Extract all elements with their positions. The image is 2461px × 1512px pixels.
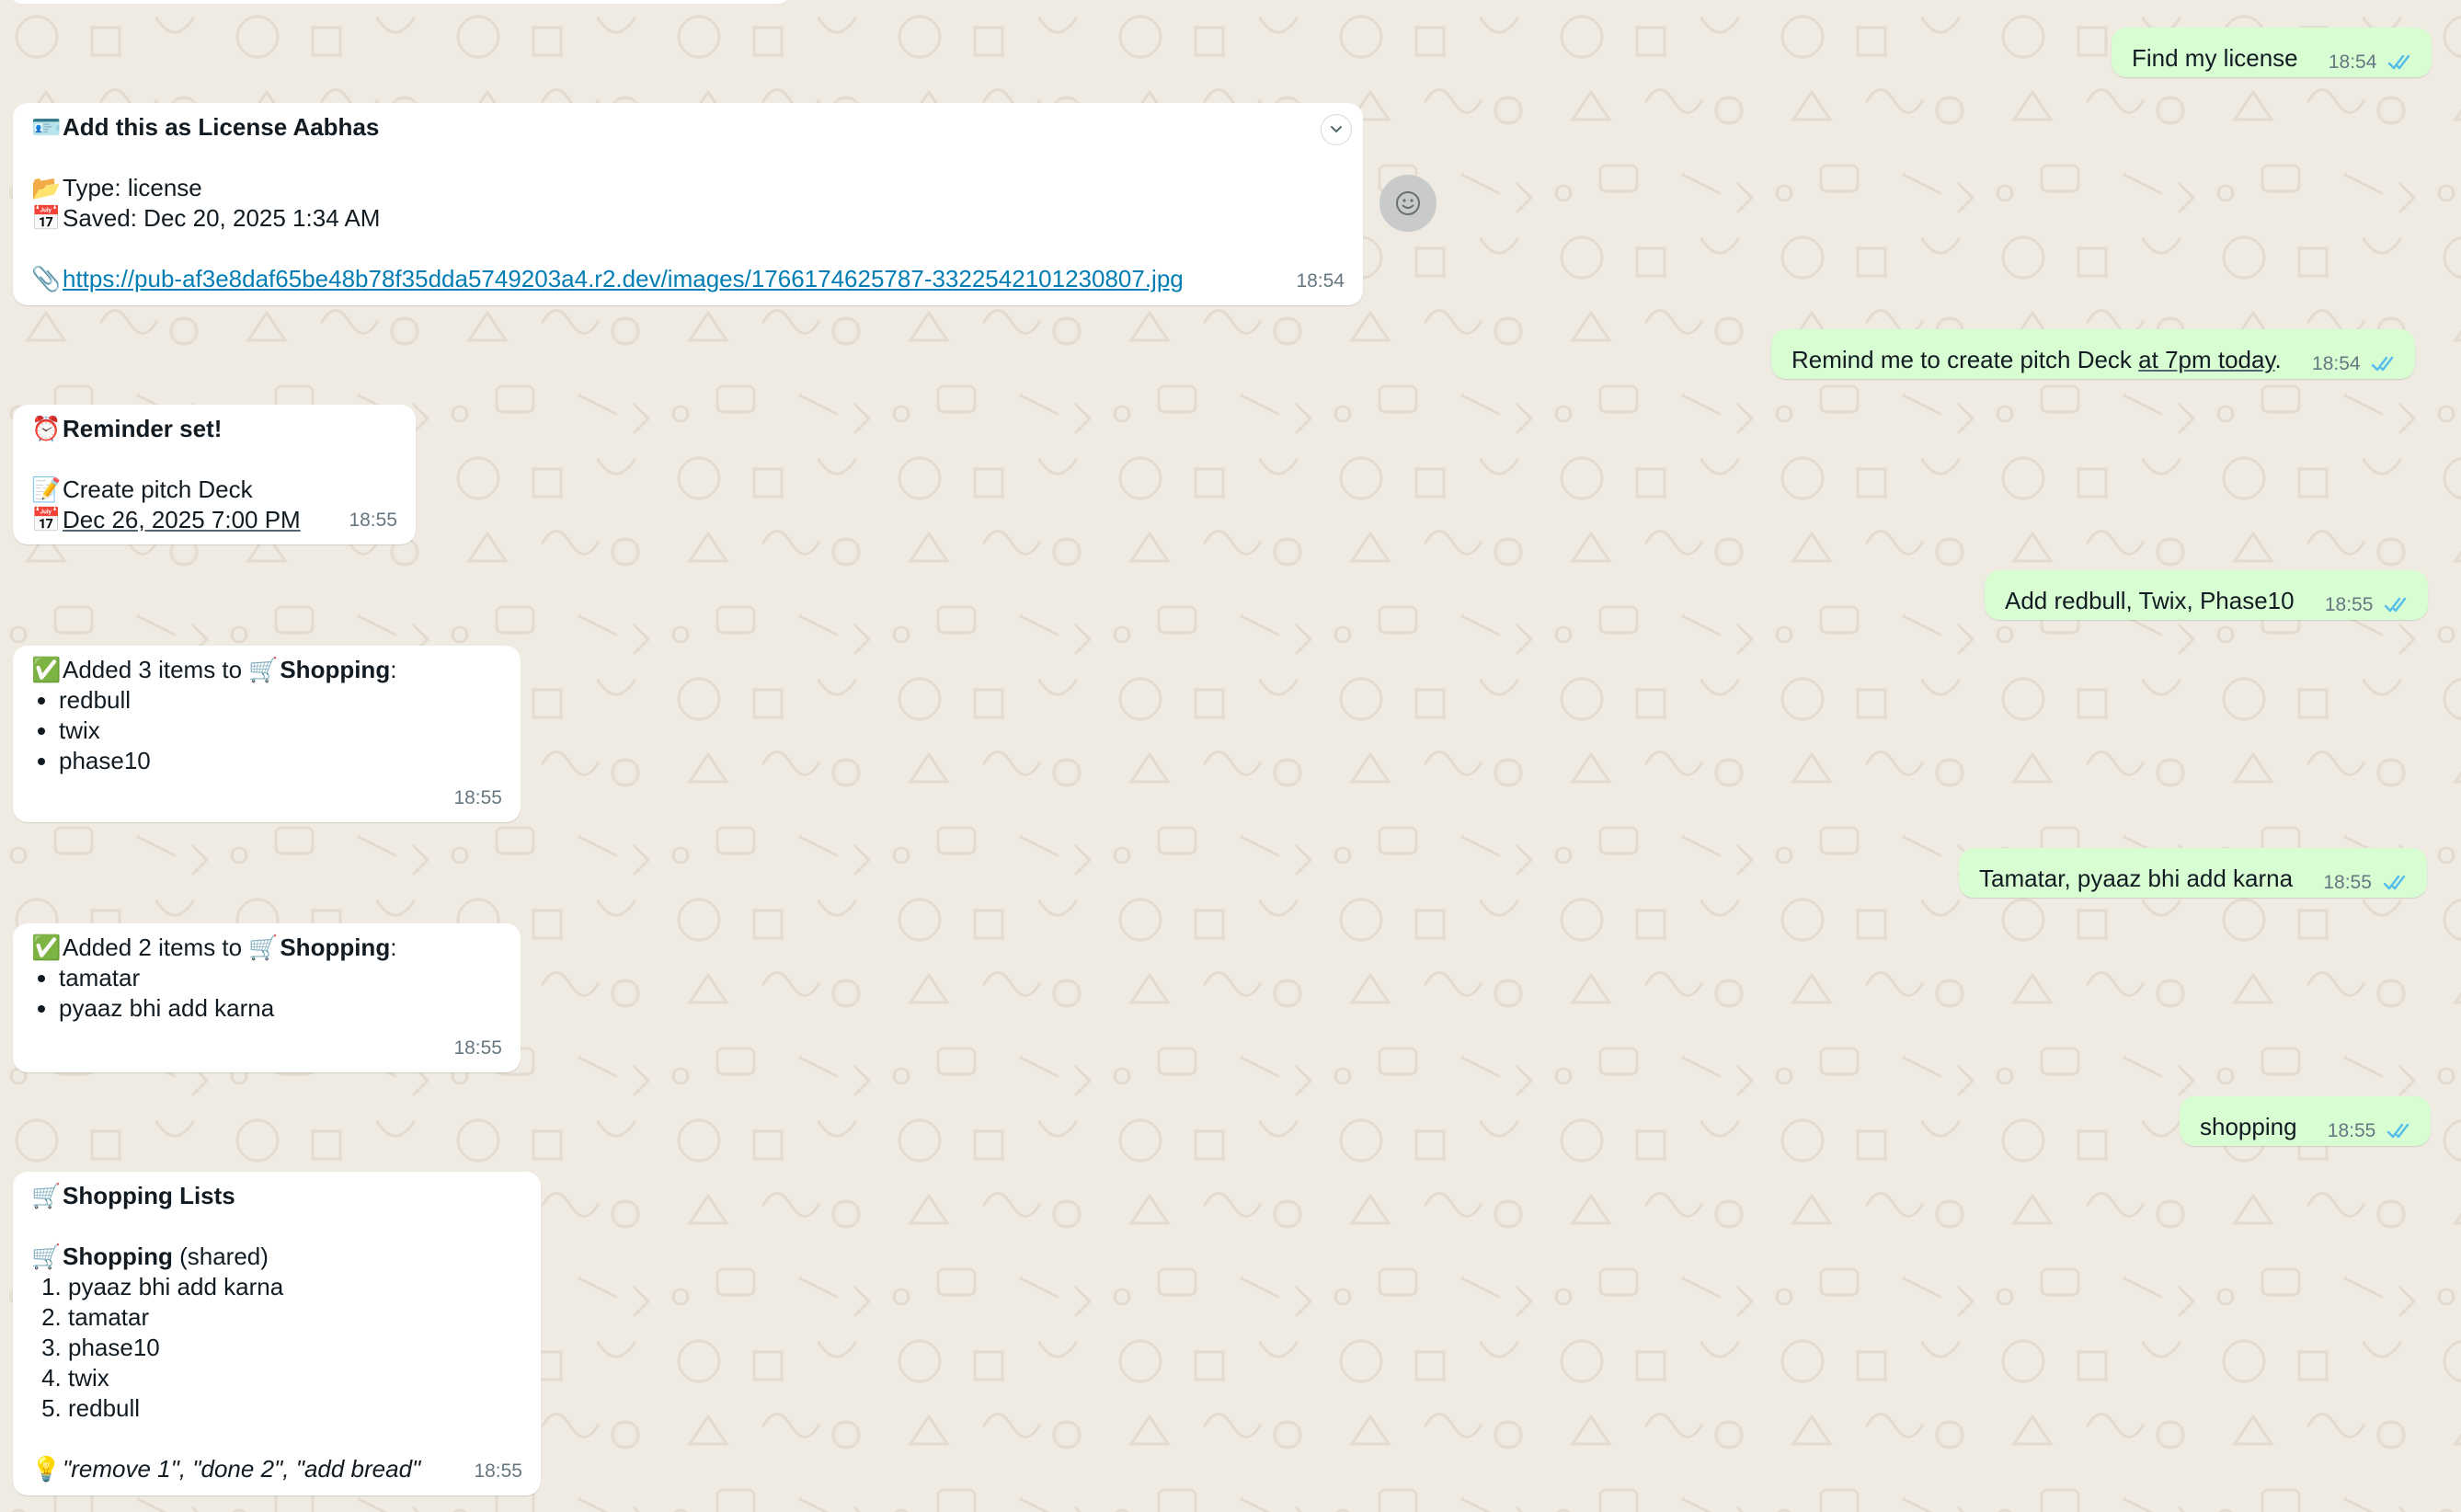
added-items-list: redbull twix phase10 (31, 685, 502, 776)
time-phrase[interactable]: at 7pm today (2138, 346, 2274, 373)
added-items-list: tamatar pyaaz bhi add karna (31, 963, 502, 1024)
paperclip-icon: 📎 (31, 265, 62, 292)
outgoing-message[interactable]: Add redbull, Twix, Phase10 18:55 (1985, 570, 2429, 620)
message-text: Add redbull, Twix, Phase10 (2005, 587, 2295, 614)
list-item: redbull (59, 685, 502, 716)
message-title: Shopping Lists (63, 1182, 235, 1209)
double-check-icon (2387, 53, 2415, 72)
message-text: Find my license (2132, 44, 2298, 72)
outgoing-message[interactable]: Find my license 18:54 (2112, 28, 2432, 77)
incoming-message-added-items[interactable]: ✅Added 2 items to 🛒Shopping: tamatar pya… (13, 923, 521, 1072)
shopping-cart-icon: 🛒 (248, 656, 279, 683)
folder-icon: 📂 (31, 174, 62, 201)
message-meta: 18:55 (2328, 1116, 2414, 1146)
saved-date: Saved: Dec 20, 2025 1:34 AM (63, 204, 381, 232)
message-text: shopping (2200, 1113, 2297, 1140)
message-meta: 18:54 (2312, 349, 2398, 379)
reminder-date[interactable]: Dec 26, 2025 7:00 PM (63, 506, 301, 533)
added-prefix: Added 2 items to (63, 934, 249, 961)
message-text: Remind me to create pitch Deck at 7pm to… (1791, 346, 2282, 373)
memo-icon: 📝 (31, 475, 62, 503)
shopping-cart-icon: 🛒 (248, 934, 279, 961)
message-time: 18:55 (2324, 594, 2374, 615)
shopping-items-list: pyaaz bhi add karna tamatar phase10 twix… (31, 1272, 522, 1424)
list-name: Shopping (280, 656, 391, 683)
double-check-icon (2384, 596, 2411, 614)
image-link[interactable]: https://pub-af3e8daf65be48b78f35dda57492… (63, 265, 1184, 292)
message-time: 18:55 (2327, 1120, 2376, 1141)
incoming-message-added-items[interactable]: ✅Added 3 items to 🛒Shopping: redbull twi… (13, 646, 521, 822)
incoming-message-shopping-lists[interactable]: 🛒Shopping Lists 🛒Shopping (shared) pyaaz… (13, 1172, 541, 1495)
list-item: redbull (68, 1393, 522, 1424)
list-name: Shopping (280, 934, 391, 961)
list-item: pyaaz bhi add karna (68, 1272, 522, 1302)
check-mark-icon: ✅ (31, 656, 62, 683)
message-time: 18:54 (2328, 52, 2377, 73)
message-meta: 18:55 (2325, 590, 2411, 620)
message-meta: 18:54 (2329, 47, 2415, 77)
emoji-smiley-icon[interactable] (1379, 175, 1437, 232)
list-item: twix (59, 716, 502, 746)
list-name: Shopping (63, 1243, 173, 1270)
double-check-icon (2383, 874, 2410, 892)
lightbulb-icon: 💡 (31, 1455, 62, 1483)
shopping-cart-icon: 🛒 (31, 1182, 62, 1209)
previous-message-stub (9, 0, 791, 4)
shopping-cart-icon: 🛒 (31, 1243, 62, 1270)
message-meta: 18:55 (2323, 867, 2409, 898)
outgoing-message[interactable]: shopping 18:55 (2180, 1096, 2432, 1146)
document-type: Type: license (63, 174, 202, 201)
message-time: 18:55 (2323, 872, 2372, 893)
outgoing-message[interactable]: Tamatar, pyaaz bhi add karna 18:55 (1959, 848, 2427, 898)
list-item: tamatar (59, 963, 502, 993)
alarm-clock-icon: ⏰ (31, 415, 62, 442)
added-prefix: Added 3 items to (63, 656, 249, 683)
id-card-icon: 🪪 (31, 113, 62, 141)
reminder-task: Create pitch Deck (63, 475, 253, 503)
hint-text: "remove 1", "done 2", "add bread" (63, 1455, 421, 1483)
incoming-message-license[interactable]: 🪪Add this as License Aabhas 📂Type: licen… (13, 103, 1363, 305)
list-suffix: (shared) (172, 1243, 269, 1270)
message-time: 18:55 (453, 787, 502, 808)
message-time: 18:55 (453, 1037, 502, 1059)
message-time: 18:54 (1296, 270, 1345, 292)
message-title: Reminder set! (63, 415, 223, 442)
double-check-icon (2387, 1122, 2414, 1140)
double-check-icon (2371, 355, 2398, 373)
message-time: 18:54 (2312, 353, 2361, 374)
list-item: twix (68, 1363, 522, 1393)
message-title: Add this as License Aabhas (63, 113, 380, 141)
outgoing-message[interactable]: Remind me to create pitch Deck at 7pm to… (1771, 329, 2416, 379)
list-item: phase10 (68, 1333, 522, 1363)
message-time: 18:55 (474, 1460, 522, 1482)
list-item: tamatar (68, 1302, 522, 1333)
calendar-icon: 📅 (31, 204, 62, 232)
message-text: Tamatar, pyaaz bhi add karna (1979, 865, 2294, 892)
incoming-message-reminder[interactable]: ⏰Reminder set! 📝Create pitch Deck 📅Dec 2… (13, 405, 416, 544)
calendar-icon: 📅 (31, 506, 62, 533)
chevron-down-icon[interactable] (1321, 114, 1352, 145)
check-mark-icon: ✅ (31, 934, 62, 961)
message-time: 18:55 (349, 510, 397, 531)
list-item: pyaaz bhi add karna (59, 993, 502, 1024)
list-item: phase10 (59, 746, 502, 776)
